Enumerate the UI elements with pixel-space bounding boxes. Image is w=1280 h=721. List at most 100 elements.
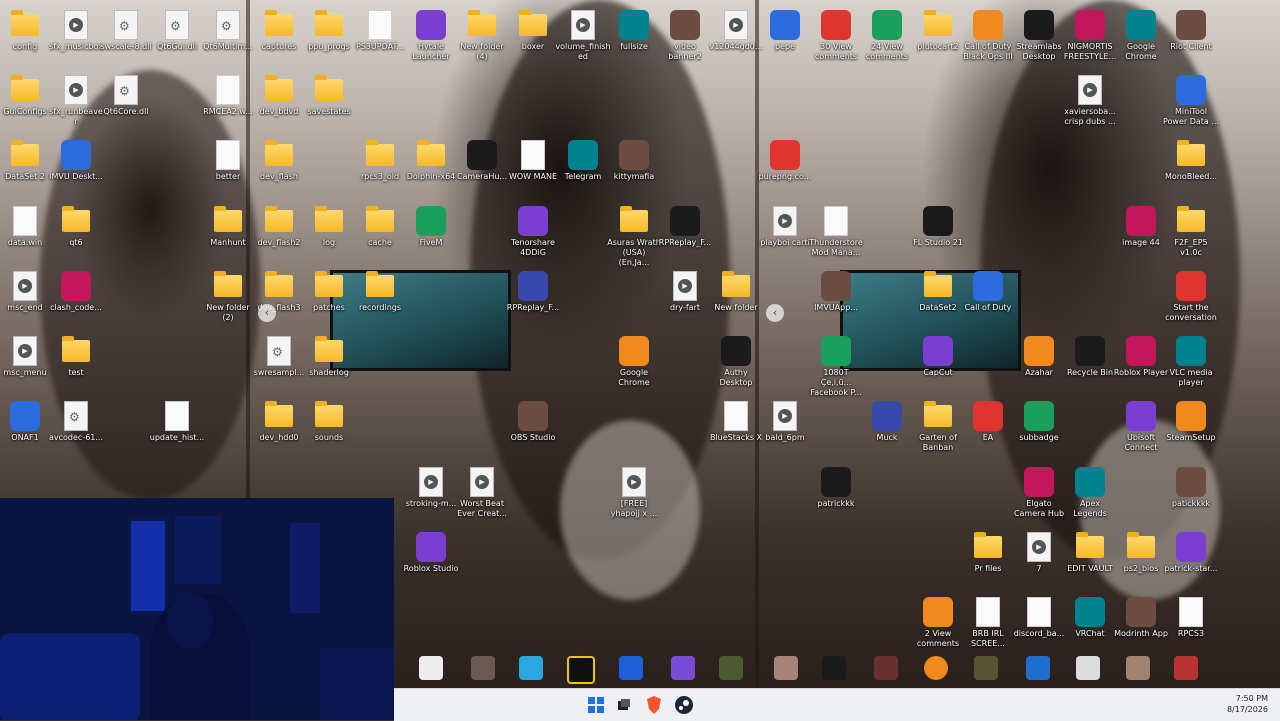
dock-megabonk-icon[interactable] (567, 656, 595, 684)
desktop-icon[interactable]: DataSet2 (910, 267, 966, 313)
desktop-icon[interactable]: IMVU Deskt... (48, 136, 104, 182)
dock-app-icon[interactable] (471, 656, 495, 680)
desktop-icon[interactable]: New folder (4) (454, 6, 510, 62)
desktop-icon[interactable]: RPReplay_F... (657, 202, 713, 248)
desktop-icon[interactable]: plutocart2 (910, 6, 966, 52)
desktop-icon[interactable]: purepng.co... (757, 136, 813, 182)
dock-film-icon[interactable] (974, 656, 998, 680)
desktop-icon[interactable]: VLC media player (1163, 332, 1219, 388)
desktop-icon[interactable]: dev_flash (251, 136, 307, 182)
nav-prev-arrow-2[interactable]: ‹ (766, 304, 784, 322)
desktop-icon[interactable]: MonoBleed... (1163, 136, 1219, 182)
desktop-icon[interactable]: Telegram (555, 136, 611, 182)
desktop-icon[interactable]: Modrinth App (1113, 593, 1169, 639)
desktop-icon[interactable]: discord_ba... (1011, 593, 1067, 639)
desktop-icon[interactable]: log (301, 202, 357, 248)
desktop-icon[interactable]: ps2_bios (1113, 528, 1169, 574)
brave-taskbar-icon[interactable] (644, 695, 664, 715)
desktop-icon[interactable]: Elgato Camera Hub (1011, 463, 1067, 519)
desktop-icon[interactable]: RMCEA2.w... (200, 71, 256, 117)
dock-app-purple-icon[interactable] (671, 656, 695, 680)
desktop-icon[interactable]: Streamlabs Desktop (1011, 6, 1067, 62)
desktop-icon[interactable]: EA (960, 397, 1016, 443)
desktop-icon[interactable]: Garten of Banban (910, 397, 966, 453)
desktop-icon[interactable]: Call of Duty (960, 267, 1016, 313)
desktop-icon[interactable]: WOW MANE (505, 136, 561, 182)
desktop-icon[interactable]: ▶ sfx_musicbox (48, 6, 104, 52)
desktop-icon[interactable]: RPReplay_F... (505, 267, 561, 313)
desktop-icon[interactable]: ▶ [FREE] yhapojj x ... (606, 463, 662, 519)
desktop-icon[interactable]: Ubisoft Connect (1113, 397, 1169, 453)
desktop-icon[interactable]: Pr files (960, 528, 1016, 574)
desktop-icon[interactable]: boxer (505, 6, 561, 52)
desktop-icon[interactable]: Recycle Bin (1062, 332, 1118, 378)
desktop-icon[interactable]: ▶ sfx_runbeaver (48, 71, 104, 127)
steam-taskbar-icon[interactable] (674, 695, 694, 715)
desktop-icon[interactable]: better (200, 136, 256, 182)
desktop-icon[interactable]: ⚙ Qt6Core.dll (98, 71, 154, 117)
desktop-icon[interactable]: video banner2 (657, 6, 713, 62)
desktop-icon[interactable]: patrickkk (808, 463, 864, 509)
desktop-icon[interactable]: Manhunt (200, 202, 256, 248)
desktop-icon[interactable]: BRB IRL SCREE... (960, 593, 1016, 649)
desktop-icon[interactable]: Riot Client (1163, 6, 1219, 52)
desktop-icon[interactable]: CapCut (910, 332, 966, 378)
desktop-icon[interactable]: NIGMORTIS FREESTYLE... (1062, 6, 1118, 62)
desktop-icon[interactable]: VRChat (1062, 593, 1118, 639)
desktop-icon[interactable]: qt6 (48, 202, 104, 248)
dock-photo-icon[interactable] (1126, 656, 1150, 680)
desktop-icon[interactable]: ppu_progs (301, 6, 357, 52)
desktop-icon[interactable]: rpcs3_old (352, 136, 408, 182)
desktop-icon[interactable]: FiveM (403, 202, 459, 248)
dock-epic-icon[interactable] (822, 656, 846, 680)
desktop-icon[interactable]: pepe (757, 6, 813, 52)
desktop-icon[interactable]: ▶ msc_menu (0, 332, 53, 378)
desktop-icon[interactable]: ▶ Worst Beat Ever Creat... (454, 463, 510, 519)
desktop-icon[interactable]: patrick-star... (1163, 528, 1219, 574)
desktop-icon[interactable]: Google Chrome (606, 332, 662, 388)
desktop-icon[interactable]: ▶ xaviersoba... crisp dubs ... (1062, 71, 1118, 127)
desktop-icon[interactable]: subbadge (1011, 397, 1067, 443)
desktop-icon[interactable]: BlueStacks X (708, 397, 764, 443)
desktop-icon[interactable]: Start the conversation (1163, 267, 1219, 323)
task-view-icon[interactable] (614, 695, 634, 715)
desktop-icon[interactable]: F2F_EP5 v1.0c (1163, 202, 1219, 258)
desktop-icon[interactable]: dev_hdd0 (251, 397, 307, 443)
dock-file-icon[interactable] (1076, 656, 1100, 680)
desktop-icon[interactable]: 1080T Çe,i,ü... Facebook P... (808, 332, 864, 398)
desktop-icon[interactable]: OBS Studio (505, 397, 561, 443)
desktop-icon[interactable]: Authy Desktop (708, 332, 764, 388)
desktop-icon[interactable]: Azahar (1011, 332, 1067, 378)
desktop-icon[interactable]: ONAF1 (0, 397, 53, 443)
desktop-icon[interactable]: ⚙ Qt6Gui.dll (149, 6, 205, 52)
desktop-icon[interactable]: ⚙ swresampl... (251, 332, 307, 378)
dock-avatar-icon[interactable] (774, 656, 798, 680)
desktop-icon[interactable]: ⚙ swscale-8.dll (98, 6, 154, 52)
desktop-icon[interactable]: 30 View comments (808, 6, 864, 62)
desktop-icon[interactable]: ⚙ avcodec-61... (48, 397, 104, 443)
desktop-icon[interactable]: kittymafia (606, 136, 662, 182)
desktop-icon[interactable]: Dolphin-x64 (403, 136, 459, 182)
desktop-icon[interactable]: savestates (301, 71, 357, 117)
desktop-icon[interactable]: ▶ stroking-m... (403, 463, 459, 509)
desktop-icon[interactable]: Google Chrome (1113, 6, 1169, 62)
desktop-icon[interactable]: EDIT VAULT (1062, 528, 1118, 574)
desktop-icon[interactable]: Roblox Player (1113, 332, 1169, 378)
nav-prev-arrow-1[interactable]: ‹ (258, 304, 276, 322)
desktop-icon[interactable]: patickkkk (1163, 463, 1219, 509)
desktop-icon[interactable]: patches (301, 267, 357, 313)
desktop-icon[interactable]: DataSet 2 (0, 136, 53, 182)
dock-dolphin-icon[interactable] (519, 656, 543, 680)
desktop-icon[interactable]: sounds (301, 397, 357, 443)
desktop-icon[interactable]: image 44 (1113, 202, 1169, 248)
desktop-icon[interactable]: ▶ v12044gd0... (708, 6, 764, 52)
desktop-icon[interactable]: fullsize (606, 6, 662, 52)
desktop-icon[interactable]: ▶ msc_end (0, 267, 53, 313)
desktop-icon[interactable]: Muck (859, 397, 915, 443)
desktop-icon[interactable]: ⚙ Qt6Multim... (200, 6, 256, 52)
desktop-icon[interactable]: GuiConfigs (0, 71, 53, 117)
desktop-icon[interactable]: ▶ 7 (1011, 528, 1067, 574)
desktop-icon[interactable]: New folder (708, 267, 764, 313)
desktop-icon[interactable]: update_hist... (149, 397, 205, 443)
dock-game2-icon[interactable] (874, 656, 898, 680)
